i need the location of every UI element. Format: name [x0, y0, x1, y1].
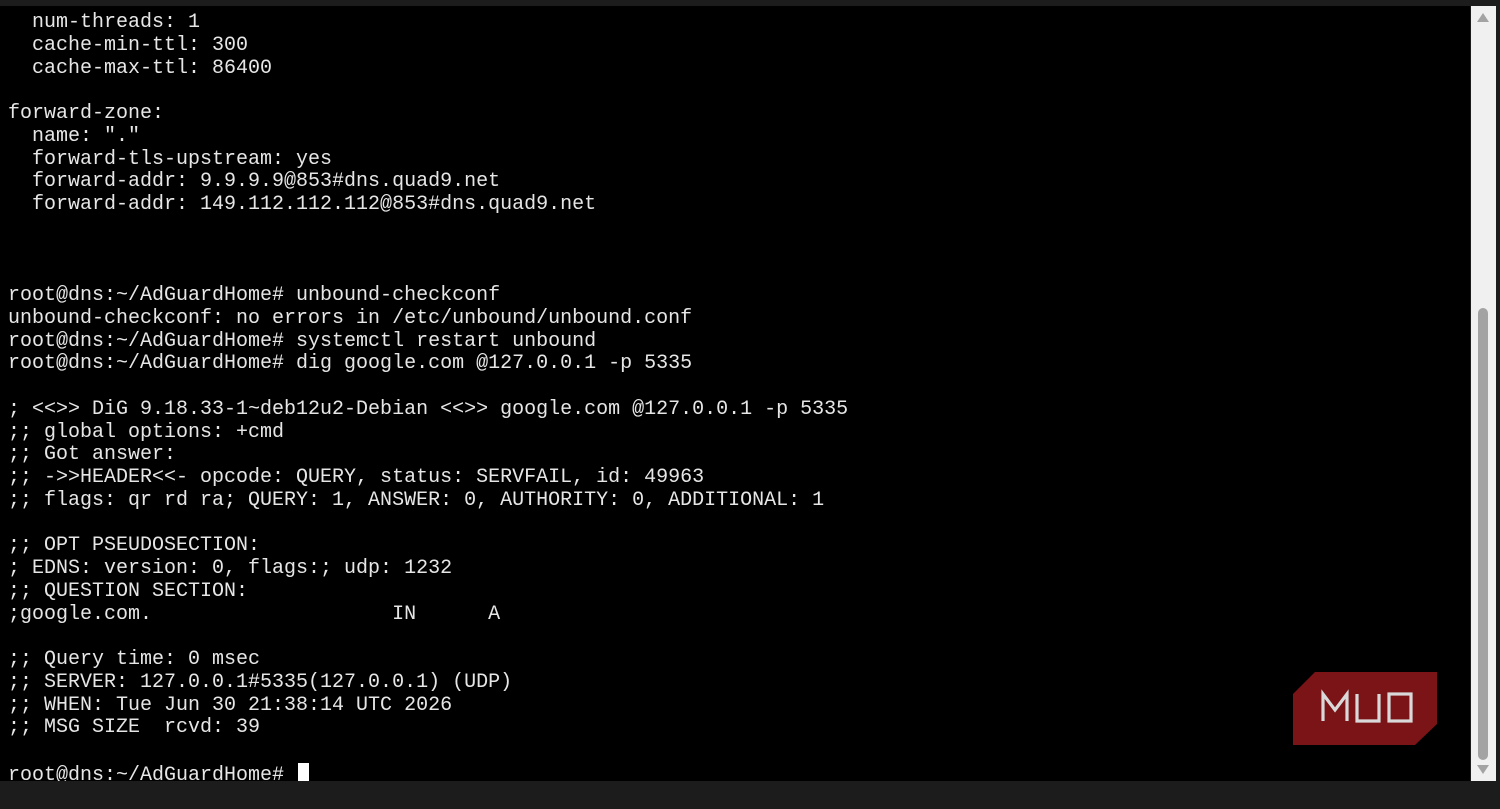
terminal-output[interactable]: num-threads: 1 cache-min-ttl: 300 cache-…: [0, 6, 1470, 781]
terminal-line: root@dns:~/AdGuardHome# unbound-checkcon…: [8, 284, 501, 307]
terminal-line: ;; ->>HEADER<<- opcode: QUERY, status: S…: [8, 466, 705, 489]
terminal-line: ;; global options: +cmd: [8, 420, 285, 444]
terminal-line: root@dns:~/AdGuardHome# dig google.com @…: [8, 352, 693, 376]
terminal-line: ;; WHEN: Tue Jun 30 21:38:14 UTC 2026: [8, 693, 453, 717]
terminal-line: ;google.com. IN A: [8, 602, 501, 626]
terminal-line: cache-min-ttl: 300: [8, 33, 249, 57]
text-cursor: [298, 762, 310, 781]
terminal-window: num-threads: 1 cache-min-ttl: 300 cache-…: [0, 0, 1500, 809]
window-bottom-strip: [0, 781, 1500, 809]
terminal-line: ;; flags: qr rd ra; QUERY: 1, ANSWER: 0,…: [8, 488, 825, 512]
terminal-line: ;; Query time: 0 msec: [8, 648, 261, 671]
terminal-text: num-threads: 1 cache-min-ttl: 300 cache-…: [8, 11, 849, 781]
muo-logo: [1293, 672, 1437, 745]
terminal-line: name: ".": [8, 124, 141, 148]
scroll-thumb[interactable]: [1478, 308, 1488, 760]
terminal-line: ;; OPT PSEUDOSECTION:: [8, 534, 261, 558]
terminal-prompt: root@dns:~/AdGuardHome#: [8, 763, 297, 781]
terminal-prompt-line[interactable]: root@dns:~/AdGuardHome#: [8, 762, 848, 781]
scroll-up-icon[interactable]: [1477, 13, 1489, 22]
terminal-line: ;; MSG SIZE rcvd: 39: [8, 716, 261, 740]
vertical-scrollbar[interactable]: [1471, 6, 1496, 781]
terminal-line: ;; QUESTION SECTION:: [8, 579, 249, 603]
terminal-line: forward-zone:: [8, 102, 165, 125]
terminal-line: ;; Got answer:: [8, 443, 177, 467]
terminal-line: forward-tls-upstream: yes: [8, 147, 333, 171]
terminal-line: ; EDNS: version: 0, flags:; udp: 1232: [8, 557, 453, 580]
terminal-line: ; <<>> DiG 9.18.33-1~deb12u2-Debian <<>>…: [8, 397, 849, 421]
terminal-line: ;; SERVER: 127.0.0.1#5335(127.0.0.1) (UD…: [8, 670, 513, 694]
terminal-line: num-threads: 1: [8, 11, 201, 34]
terminal-line: cache-max-ttl: 86400: [8, 56, 273, 80]
terminal-line: root@dns:~/AdGuardHome# systemctl restar…: [8, 329, 597, 353]
terminal-line: unbound-checkconf: no errors in /etc/unb…: [8, 306, 693, 330]
scroll-down-icon[interactable]: [1477, 765, 1489, 774]
terminal-line: forward-addr: 149.112.112.112@853#dns.qu…: [8, 193, 597, 216]
terminal-line: forward-addr: 9.9.9.9@853#dns.quad9.net: [8, 170, 501, 194]
muo-logo-icon: [1293, 672, 1437, 745]
